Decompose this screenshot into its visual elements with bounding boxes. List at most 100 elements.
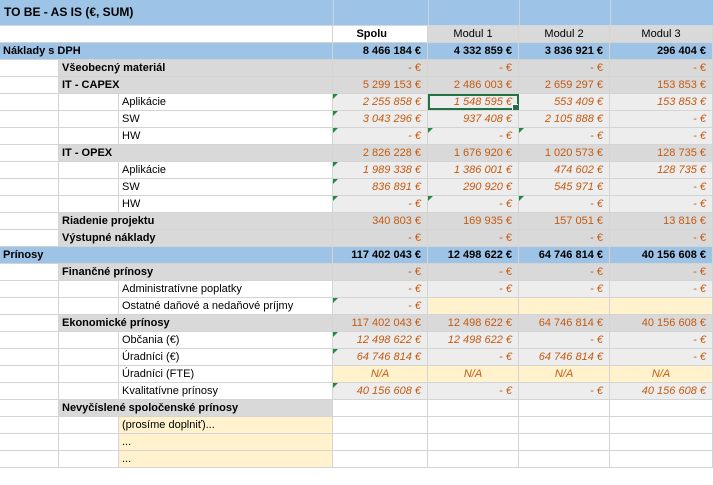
indent-cell[interactable] <box>59 94 119 110</box>
value-cell[interactable]: 5 299 153 € <box>333 77 428 93</box>
value-cell[interactable]: 40 156 608 € <box>610 315 713 331</box>
value-cell[interactable]: 12 498 622 € <box>428 332 519 348</box>
indent-cell[interactable] <box>0 213 59 229</box>
value-cell[interactable]: 153 853 € <box>610 77 713 93</box>
row-label[interactable]: (prosíme doplniť)... <box>119 417 333 433</box>
value-cell[interactable]: 296 404 € <box>610 43 713 59</box>
row-label[interactable]: Všeobecný materiál <box>59 60 333 76</box>
indent-cell[interactable] <box>0 230 59 246</box>
fill-handle[interactable] <box>512 104 518 110</box>
value-cell[interactable]: - € <box>428 196 519 212</box>
value-cell[interactable] <box>519 400 610 416</box>
value-cell[interactable]: 169 935 € <box>428 213 519 229</box>
value-cell[interactable] <box>428 417 519 433</box>
row-label[interactable]: IT - OPEX <box>59 145 333 161</box>
value-cell[interactable] <box>428 451 519 467</box>
indent-cell[interactable] <box>59 196 119 212</box>
indent-cell[interactable] <box>59 298 119 314</box>
value-cell[interactable]: 64 746 814 € <box>519 349 610 365</box>
row-label[interactable]: SW <box>119 111 333 127</box>
row-label[interactable]: Kvalitatívne prínosy <box>119 383 333 399</box>
value-cell[interactable]: 2 255 858 € <box>333 94 428 110</box>
indent-cell[interactable] <box>0 179 59 195</box>
indent-cell[interactable] <box>59 111 119 127</box>
indent-cell[interactable] <box>0 60 59 76</box>
indent-cell[interactable] <box>0 417 59 433</box>
value-cell[interactable]: 2 659 297 € <box>519 77 610 93</box>
value-cell[interactable]: 2 486 003 € <box>428 77 519 93</box>
row-label[interactable]: Riadenie projektu <box>59 213 333 229</box>
row-label[interactable]: Výstupné náklady <box>59 230 333 246</box>
indent-cell[interactable] <box>0 128 59 144</box>
row-label[interactable]: Administratívne poplatky <box>119 281 333 297</box>
value-cell[interactable]: 153 853 € <box>610 94 713 110</box>
value-cell[interactable] <box>333 434 428 450</box>
indent-cell[interactable] <box>59 281 119 297</box>
value-cell[interactable]: 12 498 622 € <box>333 332 428 348</box>
indent-cell[interactable] <box>0 264 59 280</box>
value-cell[interactable]: - € <box>333 230 428 246</box>
row-label[interactable]: Prínosy <box>0 247 333 263</box>
value-cell[interactable]: - € <box>428 383 519 399</box>
row-label[interactable]: SW <box>119 179 333 195</box>
value-cell[interactable]: - € <box>333 264 428 280</box>
value-cell[interactable]: 157 051 € <box>519 213 610 229</box>
value-cell[interactable]: 340 803 € <box>333 213 428 229</box>
indent-cell[interactable] <box>59 179 119 195</box>
value-cell[interactable]: - € <box>610 230 713 246</box>
value-cell[interactable]: 117 402 043 € <box>333 247 428 263</box>
column-header-modul-2[interactable]: Modul 2 <box>519 26 610 42</box>
indent-cell[interactable] <box>0 383 59 399</box>
value-cell[interactable]: - € <box>610 179 713 195</box>
value-cell[interactable]: 128 735 € <box>610 162 713 178</box>
value-cell[interactable] <box>333 400 428 416</box>
row-label[interactable]: ... <box>119 451 333 467</box>
value-cell[interactable]: - € <box>519 332 610 348</box>
value-cell[interactable] <box>610 298 713 314</box>
value-cell[interactable]: 937 408 € <box>428 111 519 127</box>
value-cell[interactable]: - € <box>428 128 519 144</box>
value-cell[interactable]: 4 332 859 € <box>428 43 519 59</box>
indent-cell[interactable] <box>0 77 59 93</box>
value-cell[interactable] <box>610 400 713 416</box>
value-cell[interactable]: - € <box>428 230 519 246</box>
value-cell[interactable] <box>428 298 519 314</box>
value-cell[interactable]: N/A <box>519 366 610 382</box>
value-cell[interactable]: 2 105 888 € <box>519 111 610 127</box>
row-label[interactable]: Aplikácie <box>119 162 333 178</box>
header-label-cell[interactable] <box>0 26 333 42</box>
value-cell[interactable]: 128 735 € <box>610 145 713 161</box>
indent-cell[interactable] <box>0 145 59 161</box>
row-label[interactable]: Aplikácie <box>119 94 333 110</box>
value-cell[interactable]: 117 402 043 € <box>333 315 428 331</box>
indent-cell[interactable] <box>59 128 119 144</box>
value-cell[interactable]: - € <box>610 332 713 348</box>
value-cell[interactable] <box>519 451 610 467</box>
indent-cell[interactable] <box>59 162 119 178</box>
value-cell[interactable]: 64 746 814 € <box>519 247 610 263</box>
row-label[interactable]: Finančné prínosy <box>59 264 333 280</box>
value-cell[interactable]: 3 836 921 € <box>519 43 610 59</box>
value-cell[interactable]: N/A <box>610 366 713 382</box>
value-cell[interactable]: - € <box>519 264 610 280</box>
row-label[interactable]: Ekonomické prínosy <box>59 315 333 331</box>
selected-cell[interactable]: 1 548 595 € <box>428 94 519 110</box>
indent-cell[interactable] <box>0 366 59 382</box>
value-cell[interactable] <box>428 434 519 450</box>
row-label[interactable]: HW <box>119 128 333 144</box>
row-label[interactable]: Nevyčíslené spoločenské prínosy <box>59 400 333 416</box>
indent-cell[interactable] <box>0 349 59 365</box>
value-cell[interactable]: 12 498 622 € <box>428 247 519 263</box>
value-cell[interactable]: N/A <box>333 366 428 382</box>
value-cell[interactable]: 836 891 € <box>333 179 428 195</box>
value-cell[interactable]: 40 156 608 € <box>333 383 428 399</box>
value-cell[interactable]: 64 746 814 € <box>333 349 428 365</box>
row-label[interactable]: Občania (€) <box>119 332 333 348</box>
row-label[interactable]: Náklady s DPH <box>0 43 333 59</box>
indent-cell[interactable] <box>0 298 59 314</box>
value-cell[interactable]: - € <box>428 281 519 297</box>
value-cell[interactable]: 1 676 920 € <box>428 145 519 161</box>
indent-cell[interactable] <box>0 94 59 110</box>
value-cell[interactable]: 290 920 € <box>428 179 519 195</box>
indent-cell[interactable] <box>59 349 119 365</box>
